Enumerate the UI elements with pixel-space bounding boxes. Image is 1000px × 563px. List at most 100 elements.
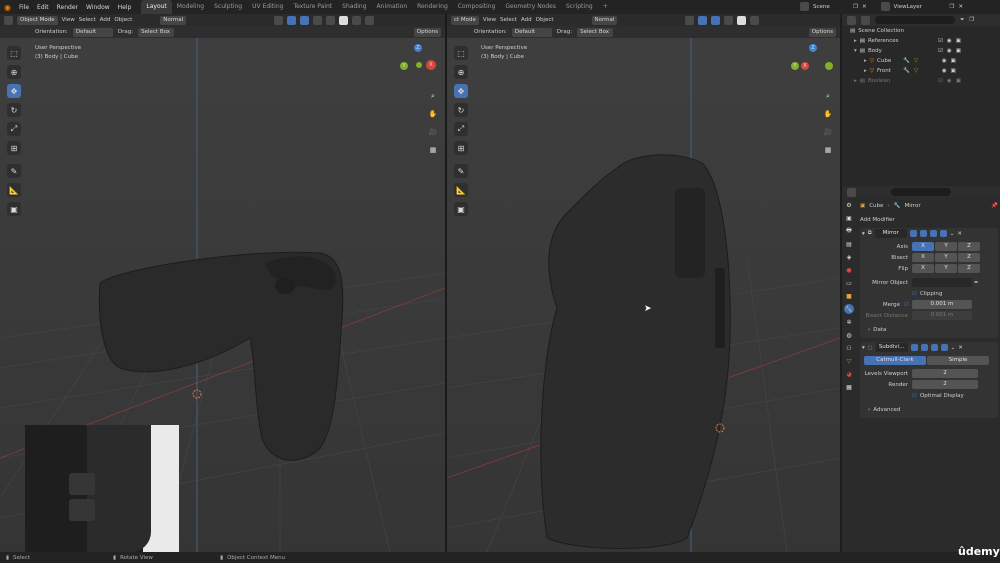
levels-viewport-field[interactable]: 2 [912, 369, 978, 378]
tab-layout[interactable]: Layout [141, 0, 172, 14]
outliner-row-body[interactable]: ▾ ▤ Body ☑ ◉ ▣ [842, 46, 1000, 56]
scene-name[interactable]: Scene [813, 4, 849, 10]
remove-modifier-icon[interactable]: ✕ [958, 345, 963, 351]
eye-icon[interactable]: ◉ [942, 58, 947, 64]
eyedropper-icon[interactable]: ✒ [974, 280, 979, 286]
object-tab-icon[interactable]: ■ [844, 291, 854, 301]
collapse-chevron-icon[interactable]: ▾ [862, 345, 865, 351]
cage-toggle-icon[interactable] [919, 230, 927, 237]
shading-solid-icon[interactable] [339, 15, 349, 25]
eye-icon[interactable]: ◉ [942, 68, 947, 74]
options-button-right[interactable]: Options [808, 27, 836, 37]
measure-tool-icon-right[interactable]: 📐 [454, 183, 468, 197]
properties-editor-icon[interactable] [847, 187, 856, 197]
editor-type-icon[interactable] [4, 15, 13, 25]
eye-icon[interactable]: ◉ [947, 78, 952, 84]
transform-orientation-select[interactable]: Normal [160, 15, 187, 25]
gizmo-toggle-icon[interactable] [287, 15, 297, 25]
visibility-icon-right[interactable] [685, 15, 695, 25]
collection-tab-icon[interactable]: ▭ [844, 278, 854, 288]
outliner-row-front[interactable]: ▸ ▽ Front 🔧 ▽ ◉ ▣ [842, 66, 1000, 76]
bisect-y-toggle[interactable]: Y [935, 253, 957, 262]
menu-object-right[interactable]: Object [536, 17, 554, 23]
scale-tool-icon[interactable]: ⤢ [7, 122, 21, 136]
menu-view-right[interactable]: View [483, 17, 496, 23]
render-levels-field[interactable]: 2 [912, 380, 978, 389]
tab-compositing[interactable]: Compositing [453, 0, 501, 14]
camera-render-icon[interactable]: ▣ [956, 48, 961, 54]
physics-tab-icon[interactable]: ◍ [844, 330, 854, 340]
menu-help[interactable]: Help [114, 4, 136, 11]
filter-funnel-icon[interactable]: ⏷ [960, 17, 964, 24]
remove-modifier-icon[interactable]: ✕ [957, 231, 962, 237]
outliner-search-field[interactable] [875, 16, 955, 24]
overlay-toggle-icon-right[interactable] [711, 15, 721, 25]
camera-render-icon[interactable]: ▣ [956, 78, 961, 84]
outliner-row-scene-collection[interactable]: ▤ Scene Collection [842, 26, 1000, 36]
mirror-name-field[interactable]: Mirror [874, 229, 907, 238]
output-tab-icon[interactable]: 🖶 [844, 226, 854, 236]
shading-wireframe-icon[interactable] [326, 15, 336, 25]
tab-sculpting[interactable]: Sculpting [209, 0, 247, 14]
cage-toggle-icon[interactable] [920, 344, 928, 351]
new-collection-icon[interactable]: ❐ [969, 17, 974, 23]
render-toggle-icon[interactable] [939, 230, 947, 237]
pan-hand-icon[interactable]: ✋ [427, 108, 439, 120]
camera-icon[interactable]: 🎥 [427, 126, 439, 138]
menu-view[interactable]: View [62, 17, 75, 23]
annotate-tool-icon-right[interactable]: ✎ [454, 164, 468, 178]
camera-render-icon[interactable]: ▣ [951, 58, 956, 64]
menu-edit[interactable]: Edit [33, 4, 53, 11]
shading-solid-icon-right[interactable] [737, 15, 747, 25]
drag-select[interactable]: Select Box [138, 27, 175, 37]
tab-uv-editing[interactable]: UV Editing [247, 0, 288, 14]
add-cube-tool-icon[interactable]: ▣ [7, 202, 21, 216]
tab-animation[interactable]: Animation [372, 0, 413, 14]
merge-checkbox[interactable]: ☑ [904, 302, 909, 308]
material-tab-icon[interactable]: ◕ [844, 369, 854, 379]
collapse-chevron-icon[interactable]: ▾ [862, 231, 865, 237]
advanced-subpanel[interactable]: › Advanced [860, 404, 998, 415]
view-layer-copy-icon[interactable]: ❐ [950, 4, 955, 10]
render-tab-icon[interactable]: ▣ [844, 213, 854, 223]
rotate-tool-icon-right[interactable]: ↻ [454, 103, 468, 117]
transform-orientation-select-right[interactable]: Normal [591, 15, 618, 25]
gizmo-x-axis-right[interactable]: X [801, 62, 809, 70]
merge-distance-field[interactable]: 0.001 m [911, 300, 972, 309]
tab-rendering[interactable]: Rendering [412, 0, 453, 14]
orientation-select-right[interactable]: Default [511, 27, 552, 37]
xray-icon-right[interactable] [724, 15, 734, 25]
mode-selector[interactable]: Object Mode [17, 15, 58, 25]
add-workspace-button[interactable]: + [598, 0, 613, 14]
bisect-x-toggle[interactable]: X [912, 253, 934, 262]
flip-x-toggle[interactable]: X [912, 264, 934, 273]
world-tab-icon[interactable]: ● [844, 265, 854, 275]
blender-logo-icon[interactable]: ◉ [0, 3, 15, 12]
options-button[interactable]: Options [413, 27, 441, 37]
pan-hand-icon-right[interactable]: ✋ [822, 108, 834, 120]
data-subpanel[interactable]: › Data [860, 324, 998, 335]
tab-texture-paint[interactable]: Texture Paint [288, 0, 337, 14]
properties-search-field[interactable] [891, 188, 951, 196]
menu-add[interactable]: Add [100, 17, 111, 23]
shading-material-icon-right[interactable] [750, 15, 760, 25]
tool-tab-icon[interactable]: ⚙ [844, 200, 854, 210]
menu-file[interactable]: File [15, 4, 33, 11]
bisect-z-toggle[interactable]: Z [958, 253, 980, 262]
view-layer-name[interactable]: ViewLayer [894, 4, 946, 10]
outliner-row-boolean[interactable]: ▸ ▤ Boolean ☑ ◉ ▣ [842, 76, 1000, 86]
zoom-icon[interactable]: ⌕ [427, 90, 439, 102]
bisect-distance-field[interactable]: 0.001 m [912, 311, 972, 320]
zoom-icon-right[interactable]: ⌕ [822, 90, 834, 102]
outliner-row-cube[interactable]: ▸ ▽ Cube 🔧 ▽ ◉ ▣ [842, 56, 1000, 66]
menu-render[interactable]: Render [53, 4, 82, 11]
gizmo-z-axis-right[interactable]: Z [809, 44, 817, 52]
camera-render-icon[interactable]: ▣ [956, 38, 961, 44]
checkbox-icon[interactable]: ☑ [938, 38, 943, 44]
flip-y-toggle[interactable]: Y [935, 264, 957, 273]
overlay-toggle-icon[interactable] [300, 15, 310, 25]
move-tool-icon-right[interactable]: ✥ [454, 84, 468, 98]
pin-icon[interactable]: 📌 [991, 203, 998, 209]
gizmo-toggle-icon-right[interactable] [698, 15, 708, 25]
subdivision-name-field[interactable]: Subdivi... [875, 343, 908, 352]
